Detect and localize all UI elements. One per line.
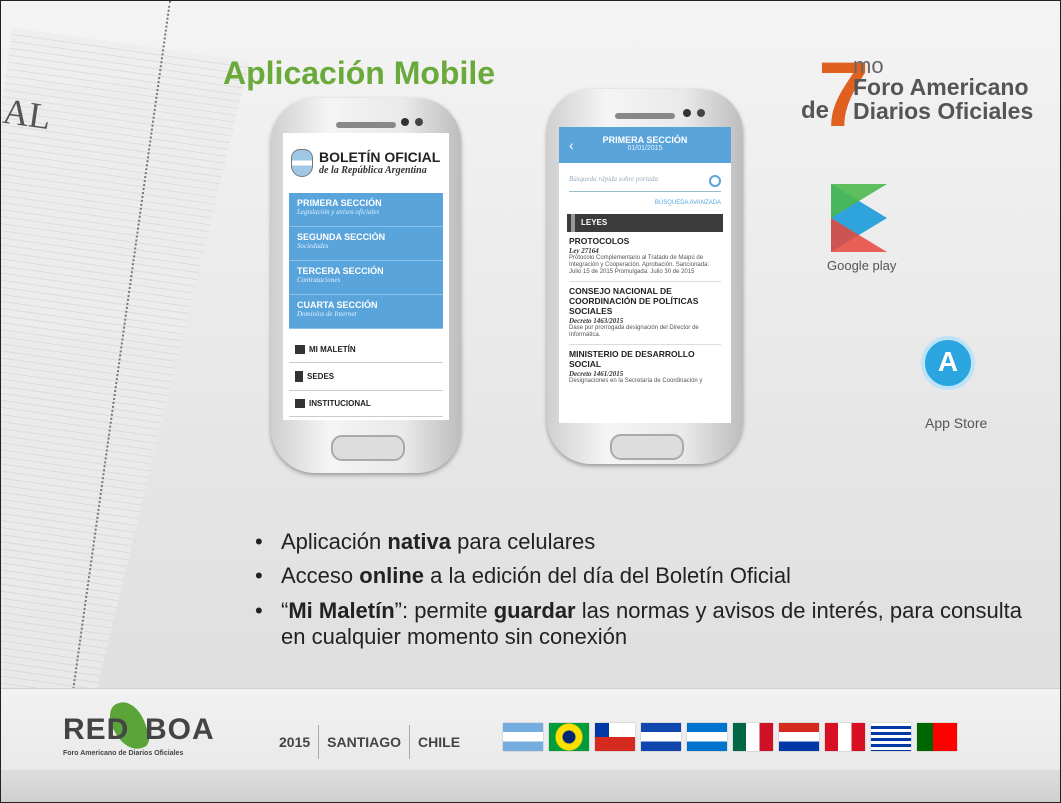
- section-item-cuarta[interactable]: CUARTA SECCIÓN Dominios de Internet: [289, 295, 443, 329]
- section-header-date: 01/01/2015: [627, 145, 663, 152]
- section-desc: Legislación y avisos oficiales: [297, 208, 380, 216]
- app-store-icon[interactable]: A: [921, 336, 975, 390]
- section-item-primera[interactable]: PRIMERA SECCIÓN Legislación y avisos ofi…: [289, 193, 443, 227]
- item-title: CONSEJO NACIONAL DE COORDINACIÓN DE POLÍ…: [569, 286, 699, 316]
- quick-search-input[interactable]: Búsqueda rápida sobre portada: [569, 175, 721, 192]
- app-store-label: App Store: [925, 415, 988, 431]
- section-header: ‹ PRIMERA SECCIÓN 01/01/2015: [559, 127, 731, 163]
- section-item-segunda[interactable]: SEGUNDA SECCIÓN Sociedades: [289, 227, 443, 261]
- feature-item: Acceso online a la edición del día del B…: [251, 563, 1031, 590]
- argentina-flag-icon: [503, 723, 543, 751]
- phone-camera-icon: [401, 118, 409, 126]
- phone-home-screen: BOLETÍN OFICIAL de la República Argentin…: [271, 98, 461, 473]
- advanced-search-link[interactable]: BÚSQUEDA AVANZADA: [559, 200, 721, 206]
- event-city: SANTIAGO: [327, 734, 402, 750]
- redboa-logo-left: RED: [63, 713, 130, 746]
- phone-screen: BOLETÍN OFICIAL de la República Argentin…: [283, 133, 449, 420]
- section-name: PRIMERA SECCIÓN: [297, 198, 382, 208]
- menu-label: SEDES: [307, 372, 335, 381]
- section-item-tercera[interactable]: TERCERA SECCIÓN Contrataciones: [289, 261, 443, 295]
- menu-label: INSTITUCIONAL: [309, 399, 371, 408]
- phone-screen: ‹ PRIMERA SECCIÓN 01/01/2015 Búsqueda rá…: [559, 127, 731, 423]
- phone-speaker: [615, 113, 675, 119]
- section-header-title: PRIMERA SECCIÓN: [602, 135, 688, 145]
- item-law: Ley 27164: [569, 246, 599, 255]
- item-law: Decreto 1461/2015: [569, 369, 624, 378]
- phone-home-button: [331, 435, 405, 461]
- app-store-glyph: A: [937, 346, 959, 377]
- feature-item: Aplicación nativa para celulares: [251, 529, 1031, 556]
- google-play-label: Google play: [827, 258, 897, 273]
- peru-flag-icon: [825, 723, 865, 751]
- menu-item-sedes[interactable]: SEDES: [289, 363, 443, 391]
- phone-speaker: [336, 122, 396, 128]
- logo-line1: Foro Americano: [853, 74, 1029, 100]
- brazil-flag-icon: [549, 723, 589, 751]
- search-icon[interactable]: [709, 175, 721, 187]
- portugal-flag-icon: [917, 723, 957, 751]
- newspaper-title-fragment: AL: [0, 90, 54, 138]
- event-info: 2015 SANTIAGO CHILE: [271, 725, 468, 759]
- uruguay-flag-icon: [871, 723, 911, 751]
- redboa-logo-right: BOA: [145, 713, 215, 746]
- chile-flag-icon: [595, 723, 635, 751]
- section-name: SEGUNDA SECCIÓN: [297, 232, 386, 242]
- section-name: CUARTA SECCIÓN: [297, 300, 378, 310]
- phone-sensor-icon: [697, 109, 705, 117]
- google-play-icon-bottom: [831, 218, 887, 252]
- app-brand-subtitle: de la República Argentina: [319, 164, 427, 176]
- footer-bottom-band: [1, 770, 1060, 802]
- google-play-icon-top: [831, 184, 887, 218]
- feature-item: “Mi Maletín”: permite guardar las normas…: [251, 598, 1031, 651]
- back-arrow-icon[interactable]: ‹: [569, 137, 574, 153]
- paraguay-flag-icon: [779, 723, 819, 751]
- institution-icon: [295, 399, 305, 408]
- item-text: Designaciones en la Secretaría de Coordi…: [569, 377, 703, 384]
- item-text: Protocolo Complementario al Tratado de M…: [569, 254, 710, 276]
- section-name: TERCERA SECCIÓN: [297, 266, 384, 276]
- honduras-flag-icon: [687, 723, 727, 751]
- menu-item-mi-maletin[interactable]: MI MALETÍN: [289, 337, 443, 363]
- section-desc: Dominios de Internet: [297, 310, 357, 318]
- section-desc: Contrataciones: [297, 276, 341, 284]
- app-brand-title: BOLETÍN OFICIAL: [319, 149, 441, 166]
- event-year: 2015: [279, 734, 311, 750]
- feature-list: Aplicación nativa para celulares Acceso …: [251, 529, 1031, 659]
- coat-of-arms-icon: [291, 149, 313, 177]
- category-header: LEYES: [567, 214, 723, 232]
- phone-home-button: [610, 434, 684, 460]
- phone-section-screen: ‹ PRIMERA SECCIÓN 01/01/2015 Búsqueda rá…: [547, 89, 743, 464]
- menu-item-institucional[interactable]: INSTITUCIONAL: [289, 391, 443, 417]
- list-item[interactable]: CONSEJO NACIONAL DE COORDINACIÓN DE POLÍ…: [569, 282, 721, 345]
- menu-label: MI MALETÍN: [309, 345, 356, 354]
- event-country: CHILE: [418, 734, 461, 750]
- country-flags: [503, 723, 957, 751]
- item-title: PROTOCOLOS: [569, 236, 630, 246]
- slide: AL Aplicación Mobile 7 mo de Foro Americ…: [0, 0, 1061, 803]
- list-item[interactable]: MINISTERIO DE DESARROLLO SOCIAL Decreto …: [569, 345, 721, 390]
- item-title: MINISTERIO DE DESARROLLO SOCIAL: [569, 349, 695, 369]
- search-placeholder: Búsqueda rápida sobre portada: [569, 175, 658, 183]
- phone-sensor-icon: [415, 118, 423, 126]
- briefcase-icon: [295, 345, 305, 354]
- redboa-subtitle: Foro Americano de Diarios Oficiales: [63, 750, 184, 757]
- item-law: Decreto 1463/2015: [569, 316, 624, 325]
- app-header: BOLETÍN OFICIAL de la República Argentin…: [283, 133, 449, 193]
- list-item[interactable]: PROTOCOLOS Ley 27164 Protocolo Complemen…: [569, 232, 721, 283]
- phone-camera-icon: [683, 109, 691, 117]
- building-icon: [295, 371, 303, 382]
- logo-prefix: de: [801, 97, 830, 124]
- item-text: Dase por prorrogada designación del Dire…: [569, 324, 699, 338]
- el-salvador-flag-icon: [641, 723, 681, 751]
- newspaper-decoration: [0, 28, 250, 774]
- mexico-flag-icon: [733, 723, 773, 751]
- section-desc: Sociedades: [297, 242, 329, 250]
- logo-line2: Diarios Oficiales: [853, 98, 1034, 124]
- slide-title: Aplicación Mobile: [223, 55, 496, 91]
